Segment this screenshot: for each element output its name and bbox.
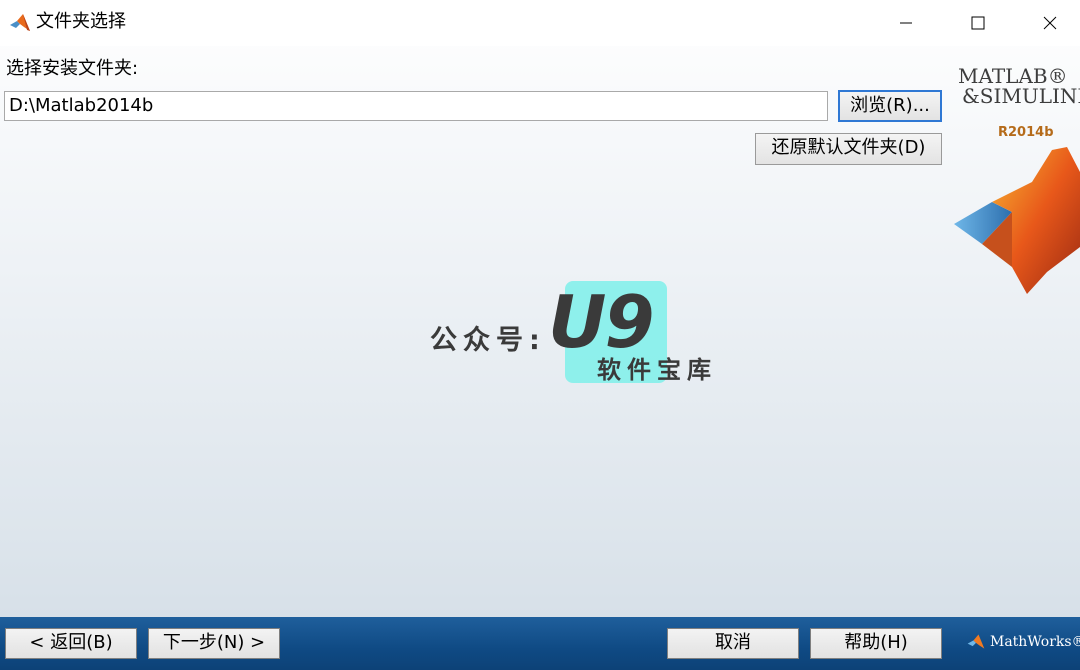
- matlab-logo-icon: [10, 14, 30, 31]
- help-button[interactable]: 帮助(H): [810, 628, 942, 659]
- maximize-button[interactable]: [942, 0, 1014, 46]
- title-bar: 文件夹选择: [0, 0, 1080, 46]
- browse-button[interactable]: 浏览(R)...: [838, 90, 942, 122]
- watermark-prefix: 公众号:: [430, 325, 546, 356]
- cancel-button[interactable]: 取消: [667, 628, 799, 659]
- back-button[interactable]: < 返回(B): [5, 628, 137, 659]
- next-button[interactable]: 下一步(N) >: [148, 628, 280, 659]
- watermark-subtitle: 软件宝库: [597, 356, 717, 384]
- install-path-input[interactable]: [4, 91, 828, 121]
- close-button[interactable]: [1014, 0, 1080, 46]
- maximize-icon: [971, 16, 985, 30]
- close-icon: [1043, 16, 1057, 30]
- install-folder-label: 选择安装文件夹:: [6, 58, 139, 79]
- restore-default-folder-button[interactable]: 还原默认文件夹(D): [755, 133, 942, 165]
- mathworks-logo: MathWorks®: [966, 632, 1080, 652]
- mathworks-wordmark: MathWorks®: [990, 634, 1080, 650]
- matlab-membrane-logo-icon: [954, 147, 1080, 294]
- mathworks-membrane-icon: [967, 634, 985, 649]
- minimize-icon: [900, 22, 912, 24]
- minimize-button[interactable]: [870, 0, 942, 46]
- window-title: 文件夹选择: [36, 11, 126, 32]
